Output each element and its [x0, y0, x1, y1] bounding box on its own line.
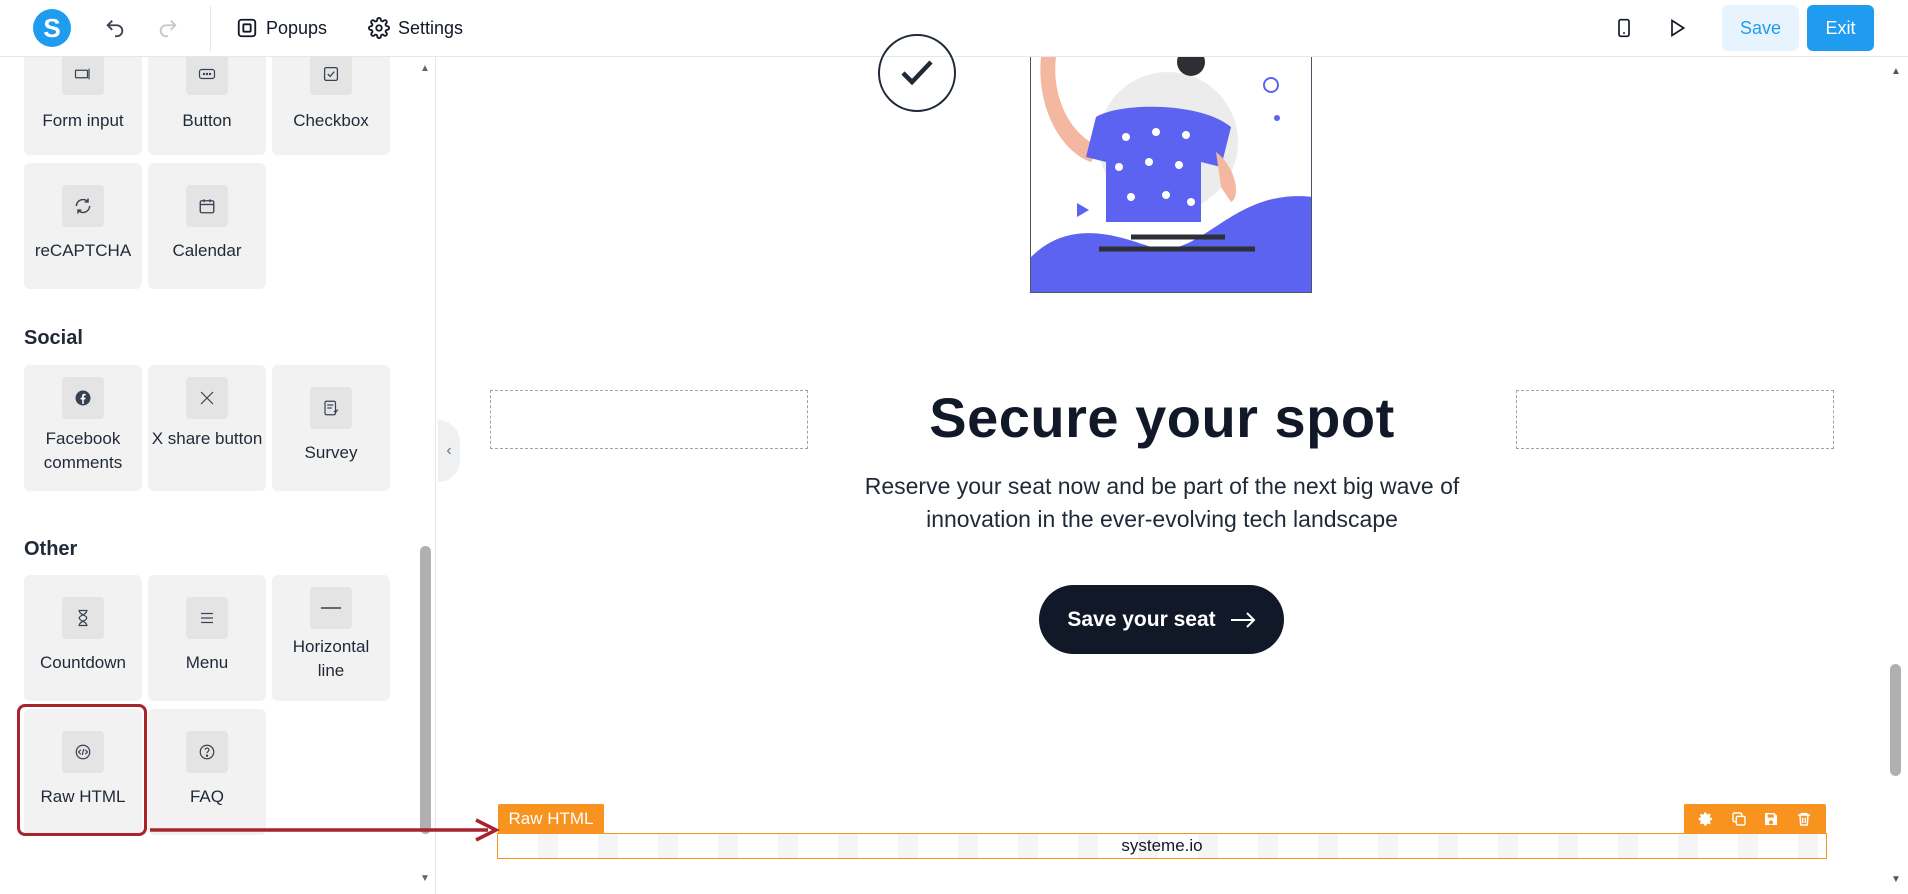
chevron-left-icon: ‹ — [446, 442, 452, 459]
tile-menu[interactable]: Menu — [148, 575, 266, 701]
tile-recaptcha[interactable]: reCAPTCHA — [24, 163, 142, 289]
canvas-scroll-up-arrow[interactable]: ▲ — [1889, 66, 1903, 77]
mobile-preview-icon[interactable] — [1610, 14, 1638, 42]
menu-icon — [186, 597, 228, 639]
tile-label: Button — [182, 111, 232, 130]
sidebar-scrollbar-thumb[interactable] — [420, 546, 431, 834]
top-toolbar: S Popups Settings Save Exit — [0, 0, 1908, 57]
tile-label: reCAPTCHA — [34, 241, 132, 260]
settings-button[interactable]: Settings — [368, 12, 463, 44]
raw-html-content: systeme.io — [1121, 836, 1203, 855]
checkbox-icon — [310, 57, 352, 95]
raw-html-element[interactable]: systeme.io — [497, 833, 1827, 859]
page-headline[interactable]: Secure your spot — [600, 385, 1724, 450]
exit-button[interactable]: Exit — [1807, 5, 1874, 51]
scroll-down-arrow[interactable]: ▼ — [419, 873, 431, 885]
undo-icon[interactable] — [101, 14, 129, 42]
trash-icon[interactable] — [1794, 809, 1814, 829]
tile-x-share-button[interactable]: X share button — [148, 365, 266, 491]
button-icon — [186, 57, 228, 95]
page-subtext[interactable]: Reserve your seat now and be part of the… — [830, 470, 1494, 536]
tile-label: Calendar — [172, 241, 242, 260]
tile-calendar[interactable]: Calendar — [148, 163, 266, 289]
tile-button[interactable]: Button — [148, 57, 266, 155]
facebook-icon — [62, 377, 104, 419]
section-title-social: Social — [24, 327, 83, 349]
popup-icon — [237, 18, 257, 38]
raw-html-highlight-box — [17, 704, 147, 836]
tile-label: Form input — [42, 111, 124, 130]
form-input-icon — [62, 57, 104, 95]
redo-icon[interactable] — [154, 14, 182, 42]
survey-icon — [310, 387, 352, 429]
save-button[interactable]: Save — [1722, 5, 1799, 51]
tile-label: Horizontal line — [292, 637, 370, 680]
tile-label: Facebook comments — [43, 429, 123, 472]
tile-label: Checkbox — [293, 111, 369, 130]
gear-icon[interactable] — [1696, 809, 1716, 829]
tile-faq[interactable]: FAQ — [148, 709, 266, 835]
tile-checkbox[interactable]: Checkbox — [272, 57, 390, 155]
settings-label: Settings — [398, 17, 464, 38]
person-illustration — [1030, 57, 1312, 293]
hourglass-icon — [62, 597, 104, 639]
save-your-seat-button[interactable]: Save your seat — [1039, 585, 1284, 654]
duplicate-icon[interactable] — [1729, 809, 1749, 829]
raw-html-toolbar — [1684, 804, 1826, 833]
tile-label: Menu — [185, 653, 229, 672]
tile-facebook-comments[interactable]: Facebook comments — [24, 365, 142, 491]
popups-button[interactable]: Popups — [236, 12, 327, 44]
toolbar-divider — [210, 6, 211, 51]
horizontal-line-icon — [310, 587, 352, 629]
cta-label: Save your seat — [1067, 607, 1216, 631]
tile-horizontal-line[interactable]: Horizontal line — [272, 575, 390, 701]
tile-survey[interactable]: Survey — [272, 365, 390, 491]
x-icon — [186, 377, 228, 419]
tile-label: Survey — [304, 443, 358, 462]
section-title-other: Other — [24, 538, 78, 560]
tile-label: Countdown — [39, 653, 126, 672]
raw-html-element-label[interactable]: Raw HTML — [498, 804, 604, 833]
tile-label: FAQ — [189, 787, 224, 806]
systeme-logo[interactable]: S — [33, 9, 71, 47]
check-circle-icon — [878, 34, 956, 112]
arrow-right-icon — [1230, 611, 1256, 628]
calendar-icon — [186, 185, 228, 227]
tile-countdown[interactable]: Countdown — [24, 575, 142, 701]
gear-icon — [368, 17, 390, 39]
question-icon — [186, 731, 228, 773]
popups-label: Popups — [266, 17, 328, 38]
canvas-scroll-down-arrow[interactable]: ▼ — [1889, 874, 1903, 885]
canvas-scrollbar-thumb[interactable] — [1890, 664, 1901, 776]
play-preview-icon[interactable] — [1663, 14, 1691, 42]
scroll-up-arrow[interactable]: ▲ — [419, 63, 431, 75]
tile-form-input[interactable]: Form input — [24, 57, 142, 155]
tile-label: X share button — [151, 429, 263, 448]
save-icon[interactable] — [1761, 809, 1781, 829]
recaptcha-icon — [62, 185, 104, 227]
